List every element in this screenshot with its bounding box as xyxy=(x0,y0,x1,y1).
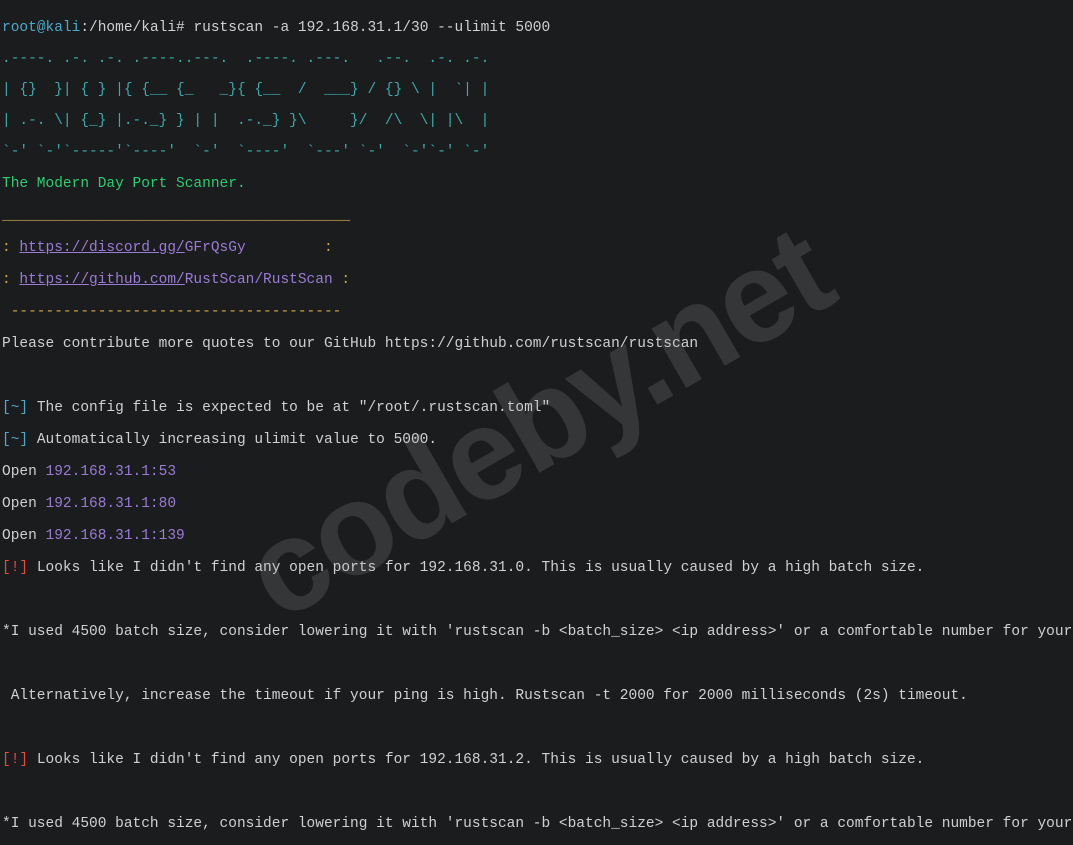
advice-line: Alternatively, increase the timeout if y… xyxy=(2,688,1071,704)
discord-link[interactable]: https://discord.gg/ xyxy=(19,240,184,256)
advice-line: *I used 4500 batch size, consider loweri… xyxy=(2,816,1071,832)
advice-line: *I used 4500 batch size, consider loweri… xyxy=(2,624,1071,640)
open-port-line: Open 192.168.31.1:80 xyxy=(2,496,1071,512)
ascii-art-line: `-' `-'`-----'`----' `-' `----' `---' `-… xyxy=(2,145,1071,160)
prompt-path: /home/kali xyxy=(89,20,176,36)
open-port-line: Open 192.168.31.1:53 xyxy=(2,464,1071,480)
ascii-art-line: .----. .-. .-. .----..---. .----. .---. … xyxy=(2,52,1071,67)
warn-line: [!] Looks like I didn't find any open po… xyxy=(2,560,1071,576)
prompt-host: kali xyxy=(46,20,81,36)
github-link-line: : https://github.com/RustScan/RustScan : xyxy=(2,272,1071,288)
discord-link-line: : https://discord.gg/GFrQsGy : xyxy=(2,240,1071,256)
ascii-art-line: | .-. \| {_} |.-._} } | | .-._} }\ }/ /\… xyxy=(2,114,1071,129)
prompt-user: root xyxy=(2,20,37,36)
info-config: [~] The config file is expected to be at… xyxy=(2,400,1071,416)
prompt-symbol: # xyxy=(176,20,185,36)
terminal-output[interactable]: root@kali:/home/kali# rustscan -a 192.16… xyxy=(0,0,1073,845)
ascii-art-line: | {} }| { } |{ {__ {_ _}{ {__ / ___} / {… xyxy=(2,83,1071,98)
prompt-line: root@kali:/home/kali# rustscan -a 192.16… xyxy=(2,20,1071,36)
contribute-line: Please contribute more quotes to our Git… xyxy=(2,336,1071,352)
open-port-line: Open 192.168.31.1:139 xyxy=(2,528,1071,544)
command-text: rustscan -a 192.168.31.1/30 --ulimit 500… xyxy=(193,20,550,36)
border-line: ________________________________________ xyxy=(2,208,1071,224)
tagline: The Modern Day Port Scanner. xyxy=(2,176,1071,192)
github-link[interactable]: https://github.com/ xyxy=(19,272,184,288)
warn-line: [!] Looks like I didn't find any open po… xyxy=(2,752,1071,768)
info-ulimit: [~] Automatically increasing ulimit valu… xyxy=(2,432,1071,448)
border-line: -------------------------------------- xyxy=(2,304,1071,320)
